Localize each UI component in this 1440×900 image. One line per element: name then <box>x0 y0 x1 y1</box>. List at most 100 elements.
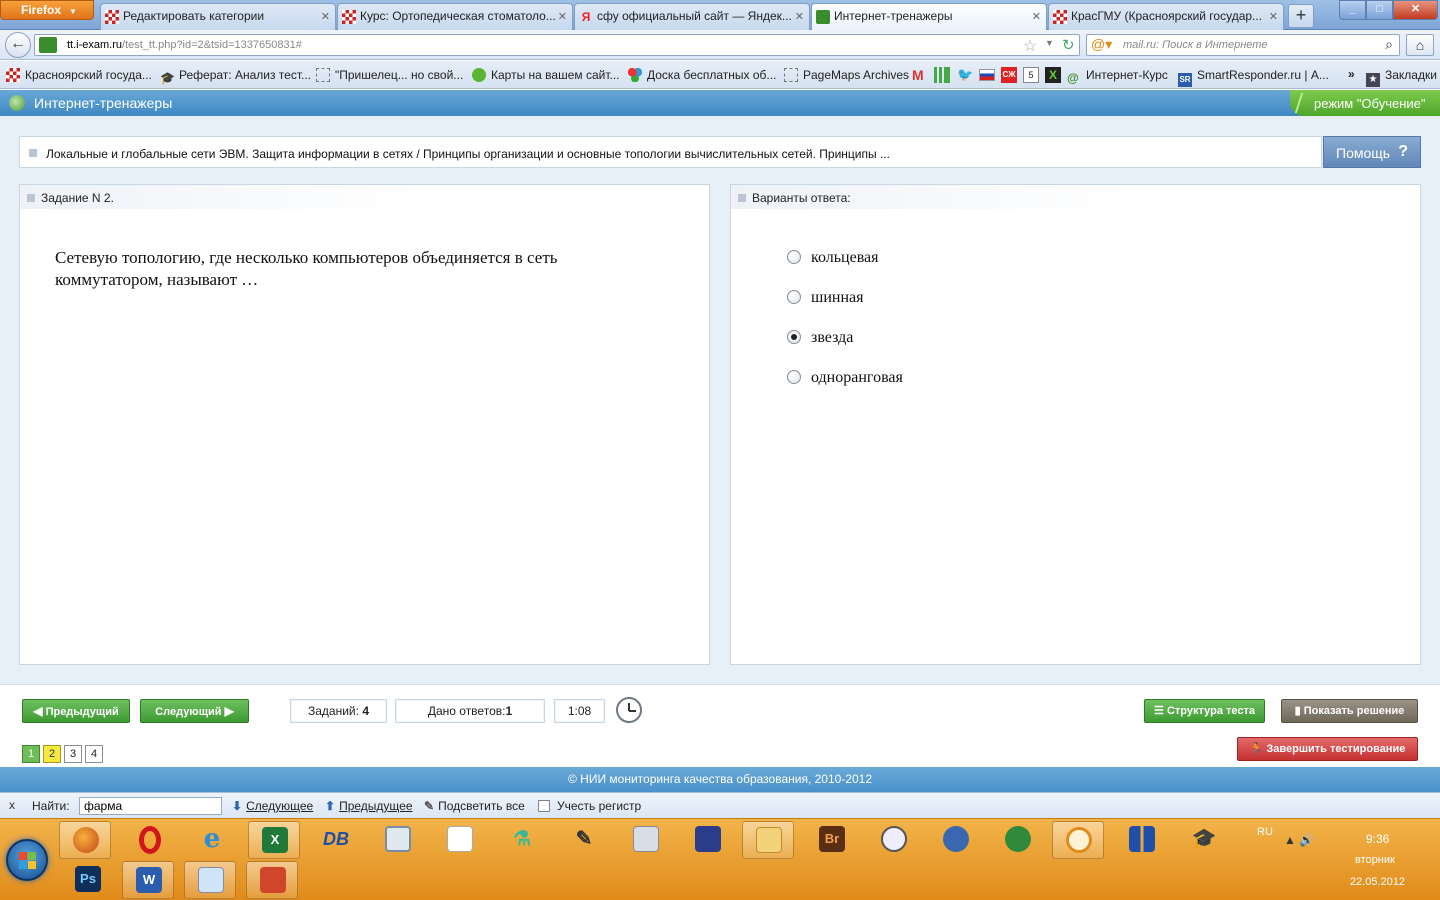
close-icon[interactable]: ✕ <box>321 10 330 23</box>
taskbar-tools[interactable]: ✎ <box>558 821 610 859</box>
answer-radio[interactable] <box>787 330 801 344</box>
bars-icon[interactable] <box>934 67 950 83</box>
minimize-button[interactable]: _ <box>1339 0 1366 20</box>
maximize-button[interactable]: □ <box>1366 0 1393 20</box>
firefox-menu-button[interactable]: Firefox ▼ <box>0 0 94 20</box>
bookmark-item[interactable]: SR SmartResponder.ru | А... <box>1178 68 1329 87</box>
page-link[interactable]: 4 <box>85 745 103 763</box>
show-solution-button[interactable]: ▮ Показать решение <box>1281 699 1418 723</box>
history-dropdown-icon[interactable]: ▼ <box>1045 38 1054 48</box>
page-link[interactable]: 3 <box>64 745 82 763</box>
taskbar-calculator[interactable] <box>620 821 672 859</box>
start-button[interactable] <box>6 839 48 881</box>
tray-icons[interactable]: ▲ 🔊 <box>1284 833 1314 847</box>
clock-time[interactable]: 9:36 <box>1366 832 1389 846</box>
search-bar[interactable]: @▾ mail.ru: Поиск в Интернете ⌕ <box>1086 34 1400 56</box>
bookmark-item[interactable]: Доска бесплатных об... <box>628 68 776 82</box>
taskbar-app[interactable]: 🎓 <box>1178 821 1230 859</box>
answer-radio[interactable] <box>787 370 801 384</box>
tab-yandex[interactable]: Я сфу официальный сайт — Яндек... ✕ <box>574 3 810 30</box>
bookmark-item[interactable]: Красноярский госуда... <box>6 68 152 82</box>
taskbar-photoshop[interactable]: Ps <box>62 861 114 899</box>
close-icon[interactable]: ✕ <box>795 10 804 23</box>
highlight-all-button[interactable]: ✎ Подсветить все <box>424 799 525 813</box>
back-arrow-icon[interactable]: ← <box>5 32 31 58</box>
tab-krasgmu[interactable]: КрасГМУ (Красноярский государ... ✕ <box>1048 3 1284 30</box>
taskbar-notepad[interactable] <box>434 821 486 859</box>
close-icon[interactable]: ✕ <box>1032 10 1041 23</box>
match-case-checkbox[interactable] <box>538 800 550 812</box>
help-button[interactable]: Помощь ? <box>1323 136 1421 168</box>
taskbar-explorer[interactable] <box>742 821 794 859</box>
at-icon: @ <box>1067 71 1079 85</box>
bookmark-item[interactable]: Карты на вашем сайт... <box>472 68 620 82</box>
answer-label[interactable]: одноранговая <box>811 369 903 387</box>
chevron-right-icon[interactable]: » <box>1348 67 1364 83</box>
answer-label[interactable]: шинная <box>811 289 863 307</box>
answer-label[interactable]: звезда <box>811 329 853 347</box>
volume-icon[interactable]: 🔊 <box>1299 833 1314 847</box>
taskbar-powerpoint[interactable] <box>246 861 298 899</box>
close-icon[interactable]: ✕ <box>558 10 567 23</box>
find-input[interactable] <box>79 797 222 815</box>
taskbar-excel[interactable]: X <box>248 821 300 859</box>
taskbar-windows[interactable] <box>184 861 236 899</box>
twitter-icon[interactable]: 🐦 <box>957 67 973 83</box>
search-icon[interactable]: ⌕ <box>1385 36 1393 53</box>
tab-internet-trainers[interactable]: Интернет-тренажеры ✕ <box>811 3 1047 31</box>
home-icon[interactable]: ⌂ <box>1406 34 1434 56</box>
taskbar-app[interactable] <box>1116 821 1168 859</box>
reload-icon[interactable]: ↻ <box>1062 36 1075 54</box>
close-find-icon[interactable]: x <box>9 798 15 812</box>
news-icon[interactable]: СЖ <box>1001 67 1017 83</box>
gmail-icon[interactable]: M <box>912 67 928 83</box>
find-next-button[interactable]: ⬇ Следующее <box>232 799 313 813</box>
russian-flag-icon[interactable] <box>979 69 995 81</box>
window-close-button[interactable]: ✕ <box>1393 0 1438 20</box>
close-icon[interactable]: ✕ <box>1269 10 1278 23</box>
taskbar-app[interactable] <box>930 821 982 859</box>
taskbar-db[interactable]: DB <box>310 821 362 859</box>
bookmark-item[interactable]: PageMaps Archives <box>784 68 909 82</box>
finish-test-button[interactable]: 🏃 Завершить тестирование <box>1237 737 1418 761</box>
bookmark-item[interactable]: "Пришелец... но свой... <box>316 68 463 82</box>
photoshop-icon: Ps <box>75 866 101 892</box>
chevron-up-icon[interactable]: ▲ <box>1284 833 1296 847</box>
tab-course[interactable]: Курс: Ортопедическая стоматоло... ✕ <box>337 3 573 30</box>
arrow-up-icon: ⬆ <box>325 799 336 813</box>
tab-edit-categories[interactable]: Редактировать категории ✕ <box>100 3 336 30</box>
new-tab-button[interactable]: + <box>1288 4 1314 28</box>
bookmark-item[interactable]: @ Интернет-Курс <box>1067 68 1168 85</box>
next-button[interactable]: Следующий ▶ <box>140 699 249 723</box>
taskbar-bridge[interactable]: Br <box>806 821 858 859</box>
find-previous-button[interactable]: ⬆ Предыдущее <box>325 799 413 813</box>
answer-radio[interactable] <box>787 250 801 264</box>
taskbar-floppy[interactable] <box>682 821 734 859</box>
bookmark-star-icon[interactable]: ☆ <box>1023 36 1037 56</box>
calendar-icon[interactable]: 5 <box>1023 67 1039 83</box>
taskbar-firefox[interactable] <box>59 821 111 859</box>
bookmarks-menu[interactable]: ★ Закладки <box>1366 68 1437 87</box>
answer-radio[interactable] <box>787 290 801 304</box>
x-icon[interactable]: X <box>1045 67 1061 83</box>
language-indicator[interactable]: RU <box>1257 826 1273 838</box>
taskbar-flask[interactable]: ⚗ <box>496 821 548 859</box>
search-engine-icon[interactable]: @▾ <box>1091 36 1112 53</box>
taskbar-media[interactable] <box>372 821 424 859</box>
page-link[interactable]: 2 <box>43 745 61 763</box>
taskbar-app[interactable] <box>868 821 920 859</box>
taskbar-word[interactable]: W <box>122 861 174 899</box>
page-link[interactable]: 1 <box>22 745 40 763</box>
test-structure-button[interactable]: ☰ Структура теста <box>1144 699 1265 723</box>
match-case-label[interactable]: Учесть регистр <box>557 799 641 813</box>
taskbar-opera[interactable] <box>124 821 176 859</box>
address-bar[interactable]: tt.i-exam.ru/test_tt.php?id=2&tsid=13376… <box>34 34 1080 56</box>
bookmark-item[interactable]: 🎓 Реферат: Анализ тест... <box>160 68 311 85</box>
taskbar-app[interactable] <box>1052 821 1104 859</box>
taskbar-ie[interactable]: e <box>186 821 238 859</box>
highlight-label: Подсветить все <box>438 799 525 813</box>
shield-icon <box>943 826 969 852</box>
answer-label[interactable]: кольцевая <box>811 249 879 267</box>
taskbar-app[interactable] <box>992 821 1044 859</box>
previous-button[interactable]: ◀ Предыдущий <box>22 699 130 723</box>
